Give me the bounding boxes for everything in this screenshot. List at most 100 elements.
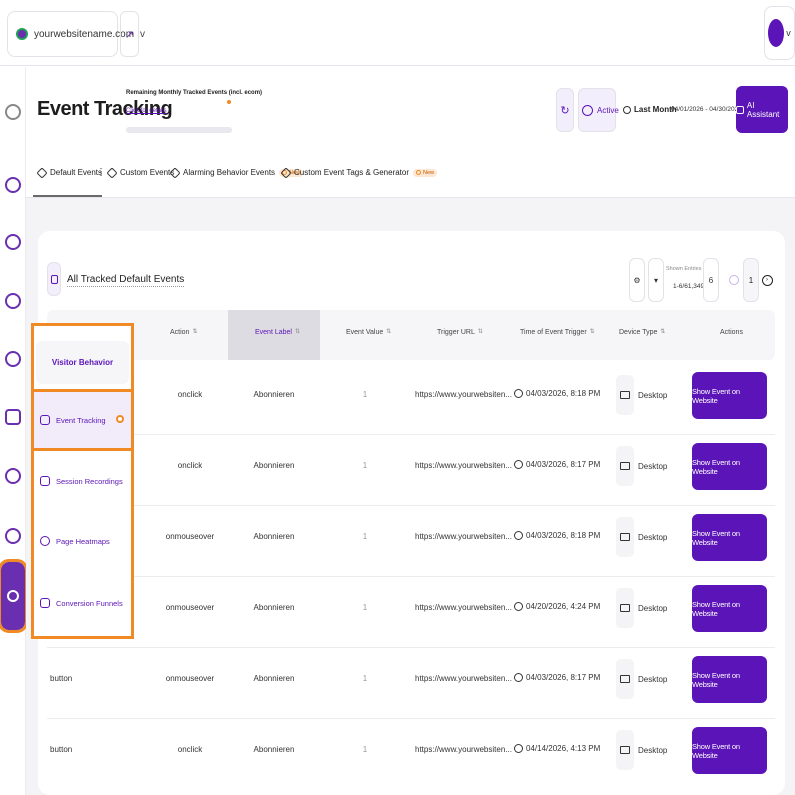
tag-generator-icon — [280, 166, 292, 179]
chevron-down-icon: v — [786, 28, 791, 38]
current-page[interactable]: 1 — [743, 258, 759, 302]
column-label: Actions — [720, 329, 743, 336]
messages-icon[interactable] — [5, 409, 21, 425]
submenu-item-page-heatmaps[interactable]: Page Heatmaps — [40, 536, 110, 546]
clock-icon — [514, 673, 523, 683]
ai-assistant-button[interactable]: AI Assistant — [736, 86, 788, 133]
new-badge: New — [413, 168, 438, 177]
show-event-on-website-button[interactable]: Show Event on Website — [692, 443, 767, 490]
collapse-nav-icon[interactable] — [5, 104, 21, 120]
column-header-time[interactable]: Time of Event Trigger ⇅ — [520, 329, 595, 336]
website-selector[interactable]: yourwebsitename.com v — [7, 11, 145, 57]
sort-icon: ⇅ — [660, 329, 666, 335]
click-for-details-link[interactable]: Click for details — [126, 108, 167, 114]
cell-time: 04/03/2026, 8:17 PM — [514, 460, 600, 470]
analytics-icon[interactable] — [5, 234, 21, 250]
desktop-icon — [616, 446, 634, 486]
next-page-button[interactable]: › — [760, 258, 774, 302]
funnel-icon: ▾ — [653, 275, 658, 285]
funnel-filter-button[interactable]: ▾ — [648, 258, 664, 302]
clock-icon — [623, 106, 631, 114]
per-page-value: 6 — [708, 275, 714, 285]
column-label: Action — [170, 329, 190, 336]
row-divider — [47, 434, 775, 435]
clock-icon — [514, 531, 523, 541]
status-label: Active — [597, 105, 619, 115]
entries-per-page-select[interactable]: 6 — [703, 258, 719, 302]
tab-default-events[interactable]: Default Events — [36, 166, 103, 179]
cell-event-label: Abonnieren — [253, 532, 295, 541]
desktop-icon — [616, 375, 634, 415]
row-divider — [47, 718, 775, 719]
table-header — [47, 310, 775, 360]
chevron-down-icon: v — [140, 28, 146, 40]
cell-event-value: 1 — [362, 674, 368, 683]
column-label: Event Value — [346, 329, 384, 336]
play-icon — [582, 104, 593, 116]
previous-page-button[interactable] — [726, 258, 742, 302]
submenu-item-event-tracking[interactable]: Event Tracking — [40, 415, 106, 425]
visitor-behavior-nav-button[interactable] — [0, 559, 28, 633]
column-header-action[interactable]: Action ⇅ — [170, 329, 198, 336]
open-website-button[interactable]: ↗ — [120, 11, 139, 57]
show-event-on-website-button[interactable]: Show Event on Website — [692, 656, 767, 703]
date-range-text: 04/01/2026 - 04/30/2026 — [671, 106, 742, 113]
traffic-icon[interactable] — [5, 293, 21, 309]
alarm-icon — [169, 166, 181, 179]
shown-entries-range: 1-6/61,349 — [673, 283, 705, 290]
tag-icon — [36, 166, 48, 179]
submenu-item-label: Conversion Funnels — [56, 598, 123, 608]
tab-custom-events[interactable]: Custom Events — [106, 166, 174, 179]
external-link-icon: ↗ — [124, 28, 135, 41]
desktop-icon — [616, 659, 634, 699]
time-text: 04/03/2026, 8:18 PM — [526, 531, 601, 540]
badge-text: New — [423, 169, 435, 176]
cell-event-label: Abonnieren — [253, 745, 295, 754]
tracking-status-toggle[interactable]: Active — [578, 88, 619, 132]
filter-button[interactable]: ⚙ — [629, 258, 645, 302]
dashboard-icon[interactable] — [5, 177, 21, 193]
refresh-button[interactable]: ↻ — [556, 88, 574, 132]
globe-icon — [16, 28, 28, 40]
cell-event-value: 1 — [362, 461, 368, 470]
cell-trigger-url: https://www.yourwebsiten... — [415, 674, 512, 683]
column-header-event-value[interactable]: Event Value ⇅ — [346, 329, 391, 336]
cell-action: onclick — [177, 390, 203, 399]
time-text: 04/03/2026, 8:18 PM — [526, 389, 601, 398]
show-event-on-website-button[interactable]: Show Event on Website — [692, 514, 767, 561]
cell-action: onmouseover — [165, 674, 215, 683]
funnel-icon — [40, 598, 50, 608]
column-header-event-label[interactable]: Event Label ⇅ — [255, 329, 300, 336]
submenu-item-label: Event Tracking — [56, 415, 106, 425]
cell-time: 04/03/2026, 8:18 PM — [514, 531, 601, 541]
time-text: 04/14/2026, 4:13 PM — [526, 744, 601, 753]
show-event-on-website-button[interactable]: Show Event on Website — [692, 585, 767, 632]
cell-trigger-url: https://www.yourwebsiten... — [415, 390, 512, 399]
column-header-device-type[interactable]: Device Type ⇅ — [619, 329, 665, 336]
submenu-item-label: Page Heatmaps — [56, 536, 110, 546]
column-label: Device Type — [619, 329, 658, 336]
cell-device-type: Desktop — [616, 517, 667, 557]
column-header-actions: Actions — [720, 329, 743, 336]
column-header-trigger-url[interactable]: Trigger URL ⇅ — [437, 329, 483, 336]
events-list-icon — [47, 262, 61, 296]
clock-icon — [514, 602, 523, 612]
cell-device-type: Desktop — [616, 375, 667, 415]
desktop-icon — [616, 517, 634, 557]
more-options-icon[interactable]: ⋮ — [96, 167, 106, 178]
cell-event-value: 1 — [362, 603, 368, 612]
submenu-item-session-recordings[interactable]: Session Recordings — [40, 476, 123, 486]
submenu-item-conversion-funnels[interactable]: Conversion Funnels — [40, 598, 123, 608]
cell-event-label: Abonnieren — [253, 674, 295, 683]
security-icon[interactable] — [5, 468, 21, 484]
show-event-on-website-button[interactable]: Show Event on Website — [692, 372, 767, 419]
user-menu[interactable]: v — [764, 6, 795, 60]
visitor-behavior-icon — [7, 590, 19, 602]
audience-icon[interactable] — [5, 351, 21, 367]
show-event-on-website-button[interactable]: Show Event on Website — [692, 727, 767, 774]
tab-label: Default Events — [50, 168, 103, 177]
settings-icon[interactable] — [5, 528, 21, 544]
refresh-icon: ↻ — [560, 104, 570, 117]
desktop-icon — [616, 588, 634, 628]
tab-custom-event-tags[interactable]: Custom Event Tags & Generator New — [280, 166, 438, 179]
